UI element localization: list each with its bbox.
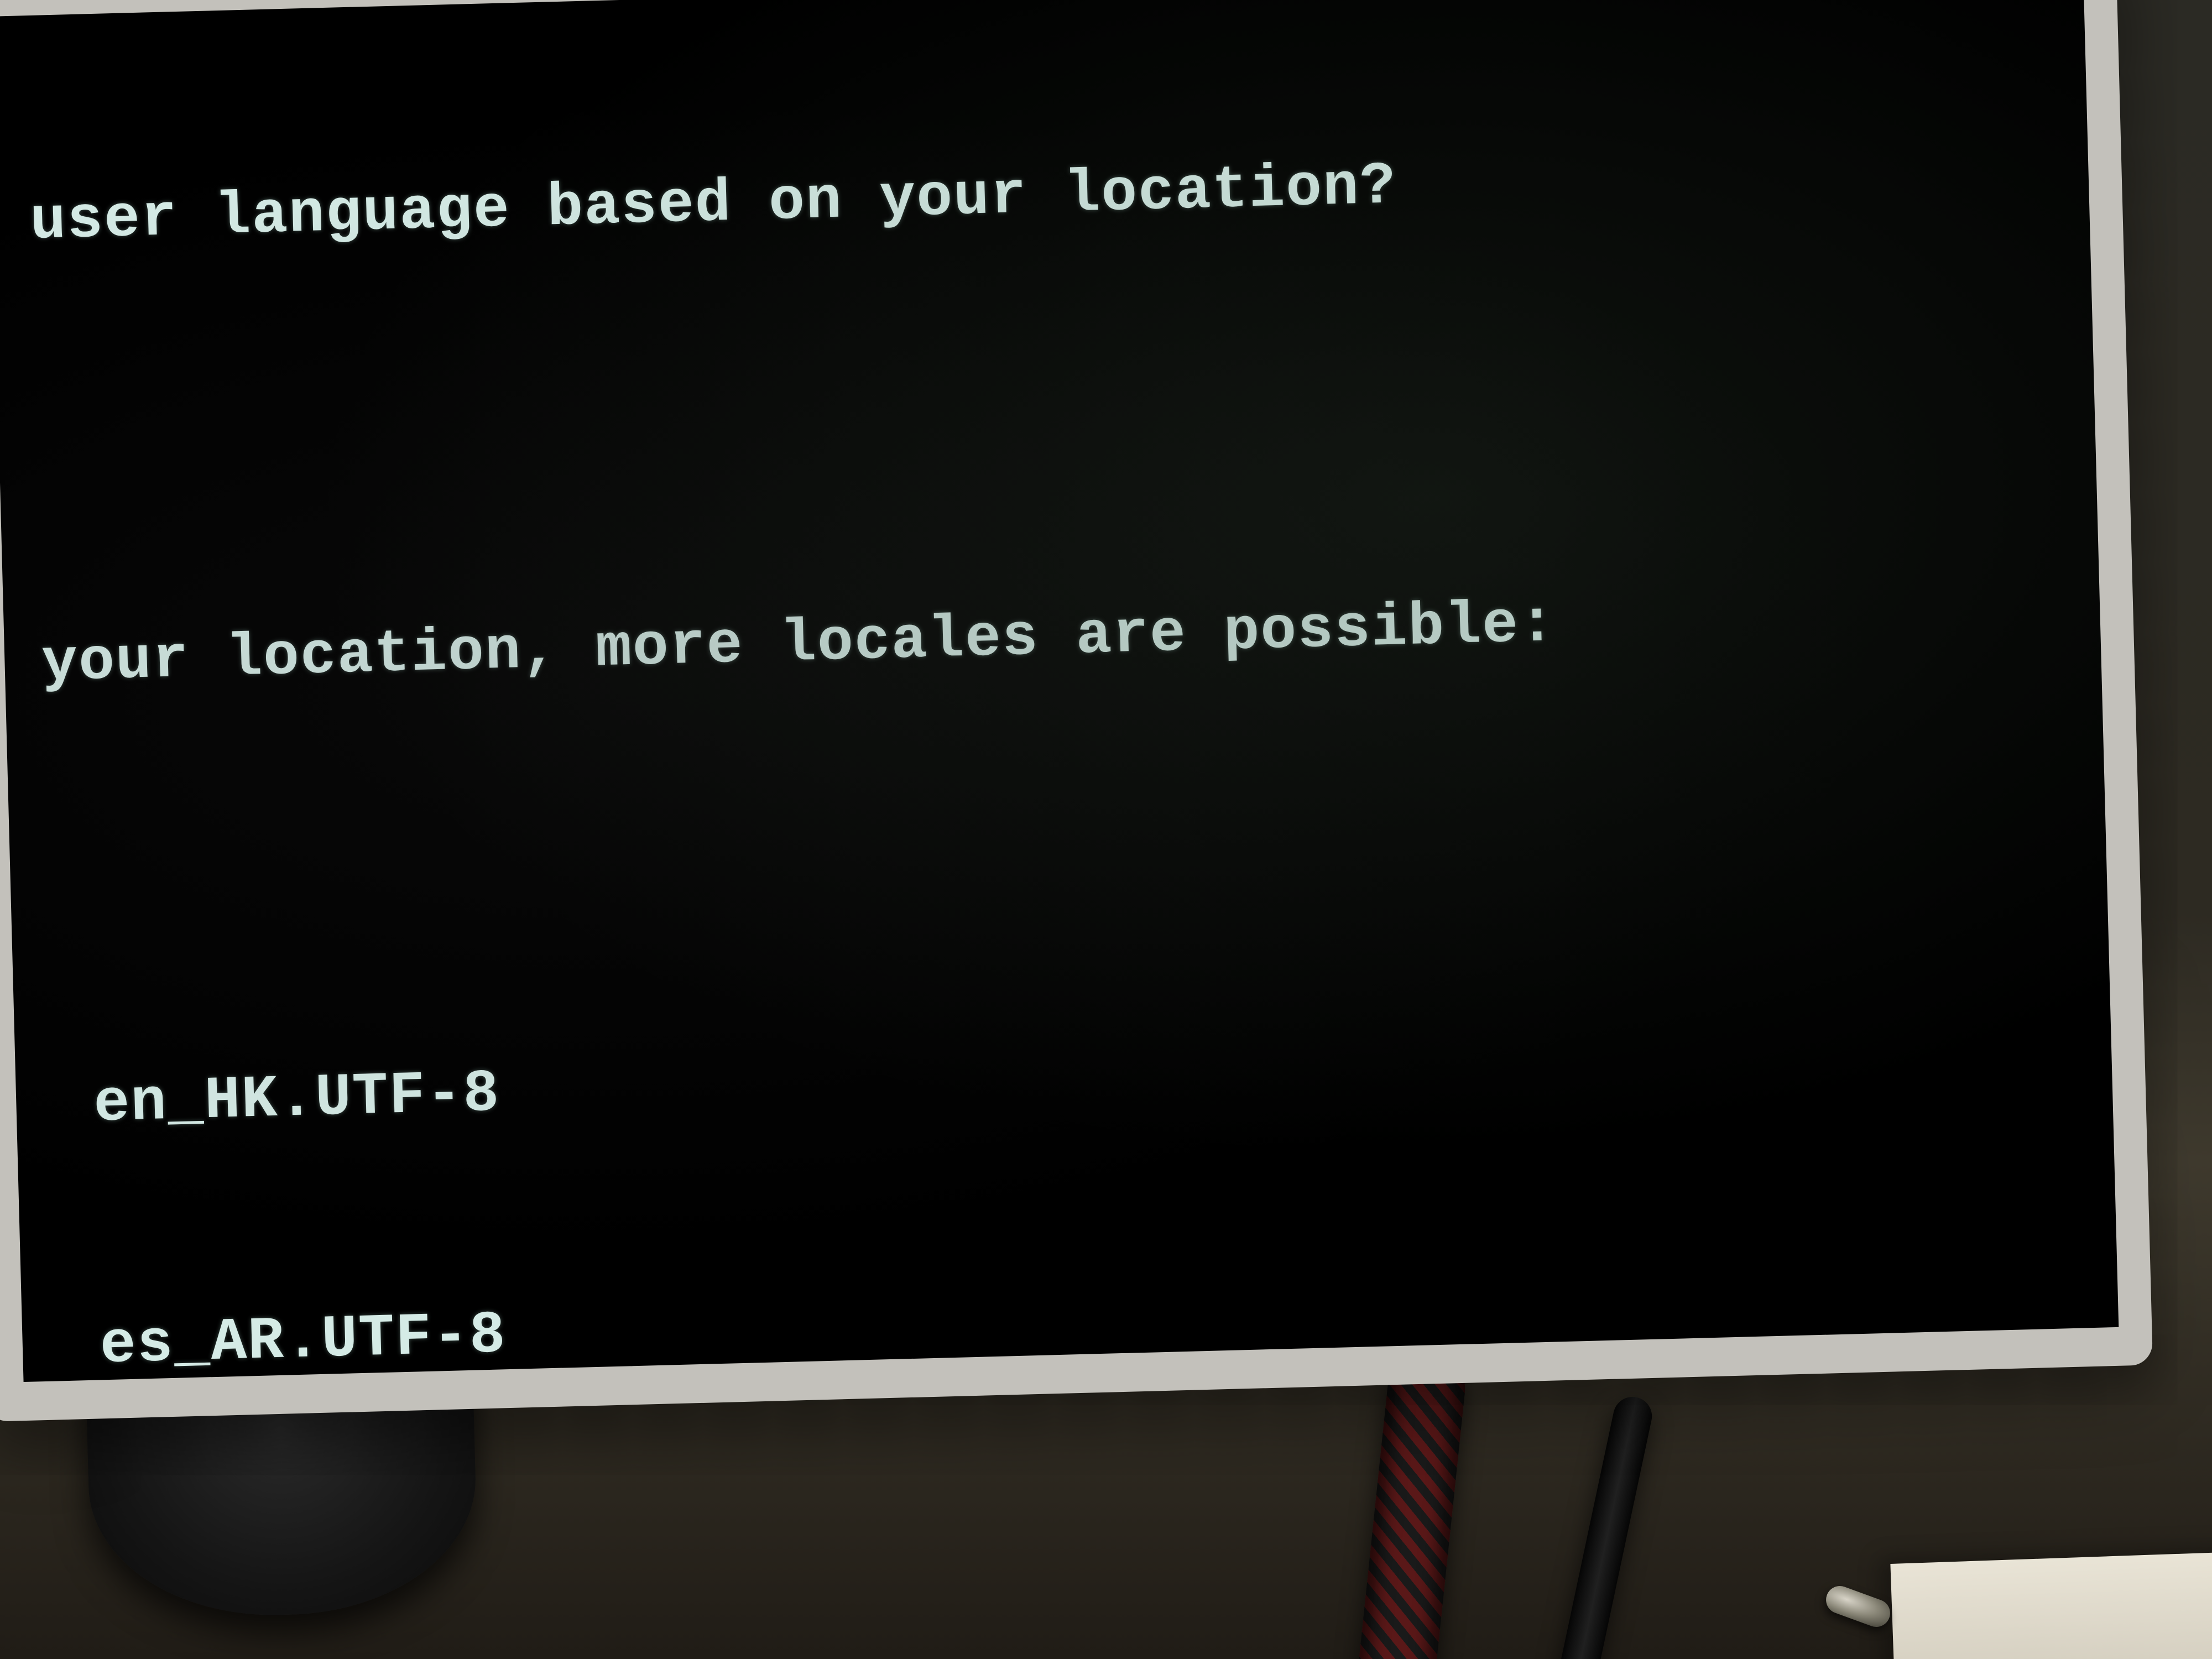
blank-line [10,812,2106,905]
locale-option-1: en_HK.UTF-8 [15,1012,2113,1147]
braided-cable [1352,1347,1469,1659]
thin-cable [1546,1393,1655,1659]
terminal-screen: user language based on your location? yo… [0,0,2119,1382]
blank-line [0,370,2095,463]
locale-option-2: es_AR.UTF-8 [22,1254,2119,1389]
photo-scene: user language based on your location? yo… [0,0,2212,1659]
term-line-question: user language based on your location? [0,128,2089,264]
monitor: user language based on your location? yo… [0,0,2153,1422]
desk-paper [1890,1551,2212,1659]
term-line-possible: your location, more locales are possible… [4,570,2101,706]
screw [1822,1582,1894,1631]
